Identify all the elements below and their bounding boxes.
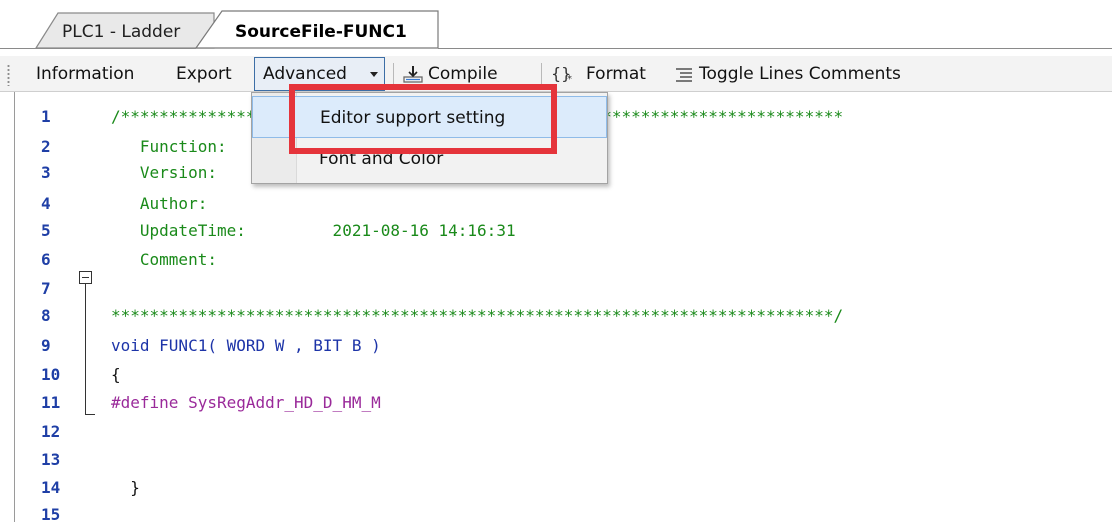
code-text: } <box>111 478 140 497</box>
line-number: 14 <box>41 478 61 497</box>
export-button[interactable]: Export <box>176 56 232 92</box>
code-line[interactable]: 4 Author: <box>15 191 1112 216</box>
code-text: Function: <box>111 137 227 156</box>
menu-item-label: Editor support setting <box>320 108 506 128</box>
fold-guide-line <box>85 284 86 414</box>
code-text: Comment: <box>111 250 217 269</box>
line-number: 12 <box>41 422 61 441</box>
code-line[interactable]: 13 <box>15 447 1112 472</box>
code-line[interactable]: 11 #define SysRegAddr_HD_D_HM_M <box>15 390 1112 415</box>
line-number: 10 <box>41 365 61 384</box>
line-number: 5 <box>41 221 51 240</box>
code-line[interactable]: 6 Comment: <box>15 247 1112 272</box>
tab-sourcefile-func1[interactable]: SourceFile-FUNC1 <box>235 22 407 42</box>
advanced-dropdown-menu: Editor support setting Font and Color <box>251 92 608 184</box>
collapse-toggle-icon[interactable] <box>79 271 92 284</box>
code-line[interactable]: 12 <box>15 419 1112 444</box>
toolbar-separator <box>393 63 394 87</box>
tab-strip: PLC1 - Ladder SourceFile-FUNC1 <box>0 0 1112 49</box>
line-number: 6 <box>41 250 51 269</box>
code-line[interactable]: 10 { <box>15 362 1112 387</box>
compile-icon[interactable] <box>402 64 424 86</box>
tab-plc1-ladder[interactable]: PLC1 - Ladder <box>62 22 180 42</box>
code-line[interactable]: 14 } <box>15 475 1112 500</box>
line-number: 7 <box>41 279 51 298</box>
advanced-label[interactable]: Advanced <box>263 56 347 92</box>
line-number: 13 <box>41 450 61 469</box>
chevron-down-icon <box>370 72 378 77</box>
menu-item-editor-support-setting[interactable]: Editor support setting <box>252 96 607 138</box>
code-line[interactable]: 15 <box>15 502 1112 522</box>
line-number: 4 <box>41 194 51 213</box>
code-text: Author: <box>111 194 208 213</box>
line-number: 11 <box>41 393 61 412</box>
code-text: #define SysRegAddr_HD_D_HM_M <box>111 393 381 412</box>
line-number: 15 <box>41 505 61 522</box>
menu-item-font-and-color[interactable]: Font and Color <box>252 138 607 180</box>
information-button[interactable]: Information <box>36 56 134 92</box>
code-text: { <box>111 365 121 384</box>
line-number: 1 <box>41 107 51 126</box>
code-text: Version: <box>111 163 217 182</box>
editor-toolbar: Information Export Advanced Compile {} *… <box>0 56 1112 92</box>
code-text: void FUNC1( WORD W , BIT B ) <box>111 336 381 355</box>
format-button[interactable]: Format <box>586 56 646 92</box>
line-number: 8 <box>41 306 51 325</box>
toggle-comments-icon[interactable] <box>675 67 693 83</box>
line-number: 3 <box>41 163 51 182</box>
code-line[interactable]: 5 UpdateTime: 2021-08-16 14:16:31 <box>15 218 1112 243</box>
compile-button[interactable]: Compile <box>428 56 498 92</box>
code-line[interactable]: 7 <box>15 276 1112 301</box>
line-number: 9 <box>41 336 51 355</box>
line-number: 2 <box>41 137 51 156</box>
toolbar-grip[interactable] <box>7 64 10 86</box>
code-text: UpdateTime: 2021-08-16 14:16:31 <box>111 221 516 240</box>
menu-item-label: Font and Color <box>319 149 444 169</box>
toolbar-separator <box>541 63 542 87</box>
code-line[interactable]: 8 ***************************************… <box>15 303 1112 328</box>
code-text: ****************************************… <box>111 306 844 325</box>
toggle-lines-comments-button[interactable]: Toggle Lines Comments <box>699 56 901 92</box>
code-line[interactable]: 9 void FUNC1( WORD W , BIT B ) <box>15 333 1112 358</box>
fold-guide-end <box>85 414 95 415</box>
